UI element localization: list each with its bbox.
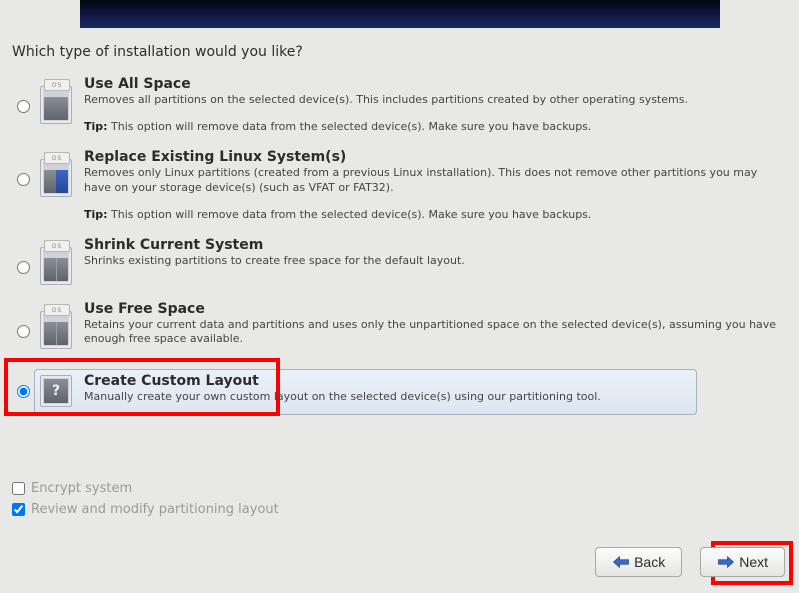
checkbox-encrypt-input[interactable] <box>12 482 25 495</box>
option-tip: Tip: This option will remove data from t… <box>84 208 781 221</box>
option-use-all-space[interactable]: OS Use All Space Removes all partitions … <box>12 72 787 139</box>
arrow-left-icon <box>612 555 630 569</box>
radio-use-all-space[interactable] <box>17 100 30 113</box>
option-icon: OS <box>34 237 78 285</box>
option-desc: Manually create your own custom layout o… <box>84 390 781 405</box>
checkbox-encrypt-system[interactable]: Encrypt system <box>12 481 279 496</box>
page-question: Which type of installation would you lik… <box>12 44 303 60</box>
option-replace-linux[interactable]: OS Replace Existing Linux System(s) Remo… <box>12 145 787 227</box>
radio-custom-layout[interactable] <box>17 385 30 398</box>
option-icon: OS <box>34 149 78 197</box>
option-title: Replace Existing Linux System(s) <box>84 149 781 165</box>
checkbox-review-layout[interactable]: Review and modify partitioning layout <box>12 502 279 517</box>
radio-free-space[interactable] <box>17 325 30 338</box>
checkbox-review-input[interactable] <box>12 503 25 516</box>
option-desc: Retains your current data and partitions… <box>84 318 781 348</box>
footer-buttons: Back Next <box>595 547 785 577</box>
arrow-right-icon <box>717 555 735 569</box>
next-button[interactable]: Next <box>700 547 785 577</box>
option-desc: Shrinks existing partitions to create fr… <box>84 254 781 269</box>
checkbox-label: Review and modify partitioning layout <box>31 502 279 517</box>
extra-options: Encrypt system Review and modify partiti… <box>12 475 279 517</box>
option-desc: Removes all partitions on the selected d… <box>84 93 781 108</box>
option-free-space[interactable]: OS Use Free Space Retains your current d… <box>12 297 787 355</box>
back-button[interactable]: Back <box>595 547 682 577</box>
option-tip: Tip: This option will remove data from t… <box>84 120 781 133</box>
option-icon: OS <box>34 301 78 349</box>
option-title: Shrink Current System <box>84 237 781 253</box>
option-custom-layout[interactable]: Create Custom Layout Manually create you… <box>12 365 787 413</box>
option-shrink[interactable]: OS Shrink Current System Shrinks existin… <box>12 233 787 291</box>
option-desc: Removes only Linux partitions (created f… <box>84 166 781 196</box>
option-icon: OS <box>34 76 78 124</box>
radio-replace-linux[interactable] <box>17 173 30 186</box>
checkbox-label: Encrypt system <box>31 481 132 496</box>
install-options: OS Use All Space Removes all partitions … <box>12 66 787 413</box>
radio-shrink[interactable] <box>17 261 30 274</box>
header-banner <box>80 0 720 28</box>
button-label: Back <box>634 554 665 570</box>
option-title: Use Free Space <box>84 301 781 317</box>
option-title: Create Custom Layout <box>84 373 781 389</box>
button-label: Next <box>739 554 768 570</box>
option-title: Use All Space <box>84 76 781 92</box>
option-icon <box>34 369 78 407</box>
